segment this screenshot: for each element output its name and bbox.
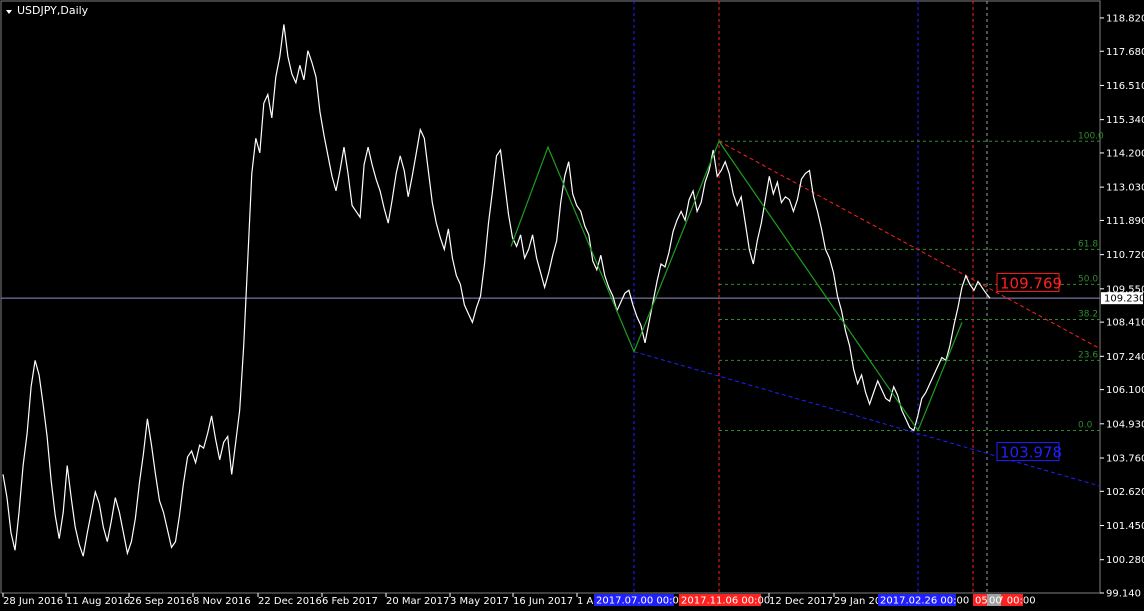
y-tick-label: 115.340 <box>1106 115 1144 126</box>
x-tick-label: 6 Feb 2017 <box>322 596 378 607</box>
y-tick-label: 107.240 <box>1106 352 1144 363</box>
y-tick-label: 104.930 <box>1106 419 1144 430</box>
fib-level-label: 23.6 <box>1078 350 1098 360</box>
chart-background <box>0 0 1144 611</box>
lower-trend-label: 103.978 <box>1000 444 1062 462</box>
y-tick-label: 99.140 <box>1106 589 1141 600</box>
y-tick-label: 102.620 <box>1106 487 1144 498</box>
y-tick-label: 113.030 <box>1106 183 1144 194</box>
x-tick-label: 3 May 2017 <box>450 596 509 607</box>
y-tick-label: 108.410 <box>1106 318 1144 329</box>
y-tick-label: 111.890 <box>1106 216 1144 227</box>
y-tick-label: 116.510 <box>1106 81 1144 92</box>
x-tick-label: 16 Jun 2017 <box>513 596 573 607</box>
vertical-marker-label: 2017.07.00 00:00 <box>596 596 685 607</box>
current-price-label: 109.230 <box>1104 294 1144 305</box>
chart-title: USDJPY,Daily <box>17 4 89 17</box>
vertical-marker-label: 00 <box>989 596 1002 607</box>
price-chart: USDJPY,Daily 99.140 100.280 101.450 102.620… <box>0 0 1144 611</box>
vertical-marker-label: 2017.02.26 00:00 <box>880 596 969 607</box>
x-tick-label: 11 Aug 2016 <box>66 596 130 607</box>
fib-level-label: 50.0 <box>1078 274 1098 284</box>
x-tick-label: 28 Jun 2016 <box>3 596 63 607</box>
vertical-marker-label: 05.07 00:00 <box>975 596 1036 607</box>
x-tick-label: 8 Nov 2016 <box>193 596 251 607</box>
x-tick-label: 26 Sep 2016 <box>129 596 192 607</box>
vertical-marker-label: 2017.11.06 00:00 <box>681 596 770 607</box>
upper-trend-label: 109.769 <box>1000 274 1062 292</box>
y-tick-label: 118.820 <box>1106 13 1144 24</box>
x-tick-label: 20 Mar 2017 <box>386 596 449 607</box>
fib-level-label: 61.8 <box>1078 239 1098 249</box>
x-tick-label: 12 Dec 2017 <box>769 596 833 607</box>
y-tick-label: 101.450 <box>1106 521 1144 532</box>
y-tick-label: 117.680 <box>1106 47 1144 58</box>
y-tick-label: 110.720 <box>1106 250 1144 261</box>
y-tick-label: 106.100 <box>1106 385 1144 396</box>
y-tick-label: 103.760 <box>1106 454 1144 465</box>
x-tick-label: 22 Dec 2016 <box>258 596 322 607</box>
y-tick-label: 100.280 <box>1106 555 1144 566</box>
y-tick-label: 114.200 <box>1106 148 1144 159</box>
fib-level-label: 0.0 <box>1078 421 1093 431</box>
fib-level-label: 38.2 <box>1078 309 1098 319</box>
fib-level-label: 100.0 <box>1078 131 1104 141</box>
